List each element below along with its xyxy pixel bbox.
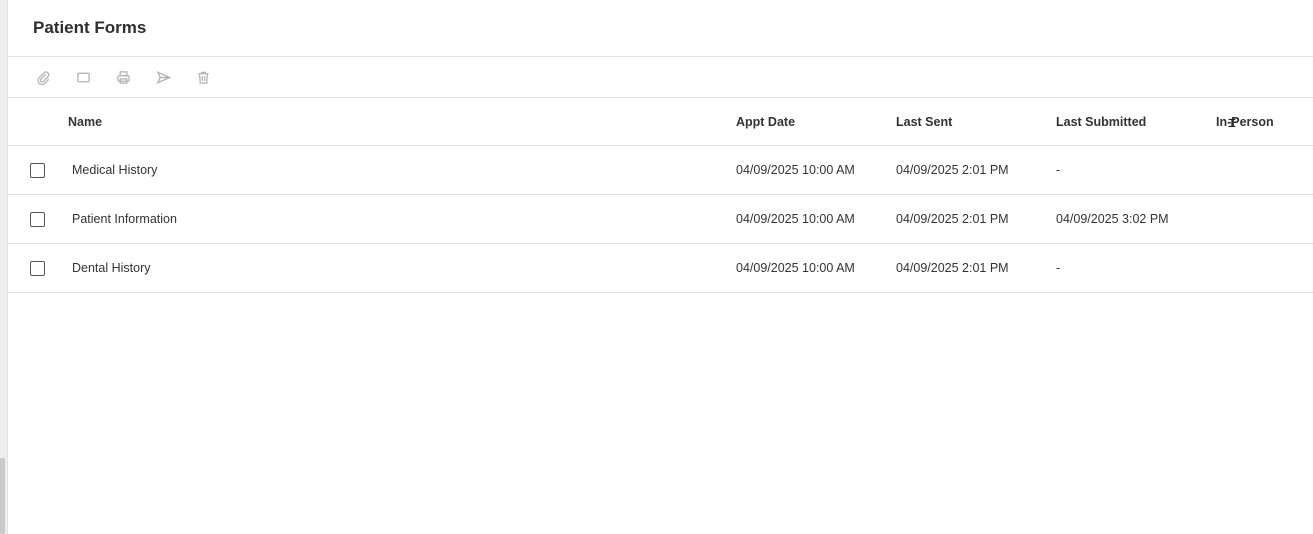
row-checkbox-cell	[30, 195, 45, 243]
row-checkbox-cell	[30, 146, 45, 194]
patient-forms-panel: Patient Forms Name Appt Date Last Sent L…	[8, 0, 1313, 534]
row-checkbox[interactable]	[30, 211, 45, 227]
last-sent: 04/09/2025 2:01 PM	[896, 163, 1009, 177]
delete-button[interactable]	[188, 62, 218, 92]
column-header-last-submitted[interactable]: Last Submitted	[1056, 98, 1146, 146]
last-sent: 04/09/2025 2:01 PM	[896, 261, 1009, 275]
appt-date: 04/09/2025 10:00 AM	[736, 163, 855, 177]
table-row[interactable]: Patient Information 04/09/2025 10:00 AM …	[8, 195, 1313, 244]
send-icon	[156, 70, 171, 84]
table-row[interactable]: Dental History 04/09/2025 10:00 AM 04/09…	[8, 244, 1313, 293]
column-header-last-sent[interactable]: Last Sent	[896, 98, 952, 146]
table-row[interactable]: Medical History 04/09/2025 10:00 AM 04/0…	[8, 146, 1313, 195]
appt-date: 04/09/2025 10:00 AM	[736, 261, 855, 275]
trash-icon	[197, 71, 209, 84]
row-checkbox[interactable]	[30, 162, 45, 178]
rectangle-icon	[76, 72, 90, 82]
column-header-in-person[interactable]: In-Person	[1216, 98, 1274, 146]
appt-date: 04/09/2025 10:00 AM	[736, 212, 855, 226]
last-sent: 04/09/2025 2:01 PM	[896, 212, 1009, 226]
panel-title: Patient Forms	[33, 18, 147, 37]
last-submitted: -	[1056, 261, 1061, 275]
printer-icon	[116, 70, 130, 84]
left-rail	[0, 0, 8, 534]
last-submitted: 04/09/2025 3:02 PM	[1056, 212, 1169, 226]
form-name: Medical History	[72, 163, 158, 177]
text-cursor-icon: ⌶	[1228, 116, 1236, 131]
attach-button[interactable]	[28, 62, 58, 92]
column-header-appt-date[interactable]: Appt Date	[736, 98, 795, 146]
view-button[interactable]	[68, 62, 98, 92]
last-submitted: -	[1056, 163, 1061, 177]
row-checkbox-cell	[30, 244, 45, 292]
table-header: Name Appt Date Last Sent Last Submitted …	[8, 98, 1313, 146]
left-scrollbar-thumb[interactable]	[0, 458, 5, 534]
panel-header: Patient Forms	[8, 0, 1313, 57]
send-button[interactable]	[148, 62, 178, 92]
paperclip-icon	[36, 70, 49, 85]
forms-toolbar	[8, 57, 1313, 98]
row-checkbox[interactable]	[30, 260, 45, 276]
form-name: Dental History	[72, 261, 151, 275]
column-header-name[interactable]: Name	[68, 98, 102, 146]
print-button[interactable]	[108, 62, 138, 92]
form-name: Patient Information	[72, 212, 177, 226]
